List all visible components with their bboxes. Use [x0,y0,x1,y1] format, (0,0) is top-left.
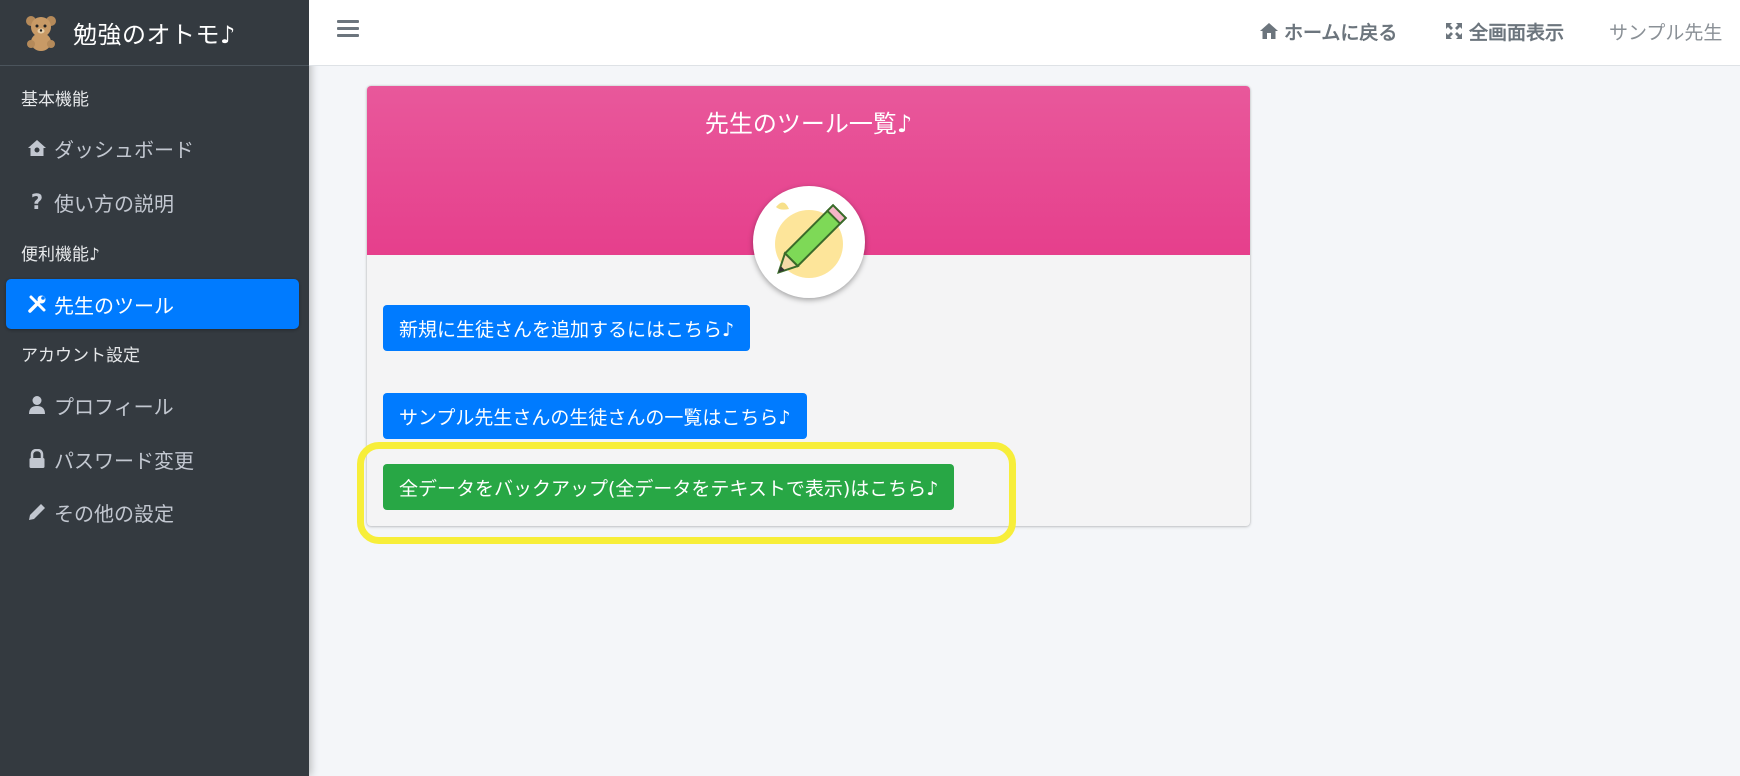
sidebar-item-label: パスワード変更 [54,448,194,473]
sidebar-item-other-settings[interactable]: その他の設定 [6,487,299,537]
user-menu[interactable]: サンプル先生 [1609,18,1722,44]
sidebar-item-profile[interactable]: プロフィール [6,380,299,430]
add-student-button[interactable]: 新規に生徒さんを追加するにはこちら♪ [383,305,751,351]
sidebar-item-label: プロフィール [54,394,174,419]
question-icon: ? [30,190,44,214]
fullscreen-link[interactable]: 全画面表示 [1443,18,1564,44]
sidebar-item-label: 使い方の説明 [54,191,174,216]
home-link-label: ホームに戻る [1284,21,1398,44]
fullscreen-link-label: 全画面表示 [1469,21,1565,44]
sidebar-item-label: 先生のツール [54,293,174,318]
pencil-avatar [753,186,865,298]
teddy-bear-logo [24,14,58,52]
expand-icon [1443,20,1465,42]
sidebar-item-help[interactable]: ? 使い方の説明 [6,177,299,227]
hamburger-menu-icon[interactable] [337,20,359,42]
pencil-icon [26,501,48,523]
student-list-button[interactable]: サンプル先生さんの生徒さんの一覧はこちら♪ [383,393,807,439]
home-icon [1258,20,1280,42]
sidebar-item-teacher-tools[interactable]: 先生のツール [6,279,299,329]
sidebar-item-password[interactable]: パスワード変更 [6,434,299,484]
home-link[interactable]: ホームに戻る [1258,18,1397,44]
tools-icon [26,293,48,315]
sidebar: 勉強のオトモ♪ 基本機能 ダッシュボード ? 使い方の説明 便利機能♪ 先生のツ… [0,0,309,776]
sidebar-item-label: ダッシュボード [54,137,194,162]
brand[interactable]: 勉強のオトモ♪ [0,0,309,66]
brand-title: 勉強のオトモ♪ [73,21,236,49]
home-icon [26,137,48,159]
lock-icon [26,448,48,470]
nav-header-account: アカウント設定 [21,346,140,366]
card-title: 先生のツール一覧♪ [704,110,913,138]
nav-header-convenience: 便利機能♪ [21,245,100,265]
user-icon [26,394,48,416]
sidebar-item-dashboard[interactable]: ダッシュボード [6,123,299,173]
highlight-annotation [357,442,1016,544]
nav-header-basic: 基本機能 [21,90,89,110]
top-navbar: ホームに戻る 全画面表示 サンプル先生 [309,0,1740,66]
sidebar-item-label: その他の設定 [54,501,174,526]
